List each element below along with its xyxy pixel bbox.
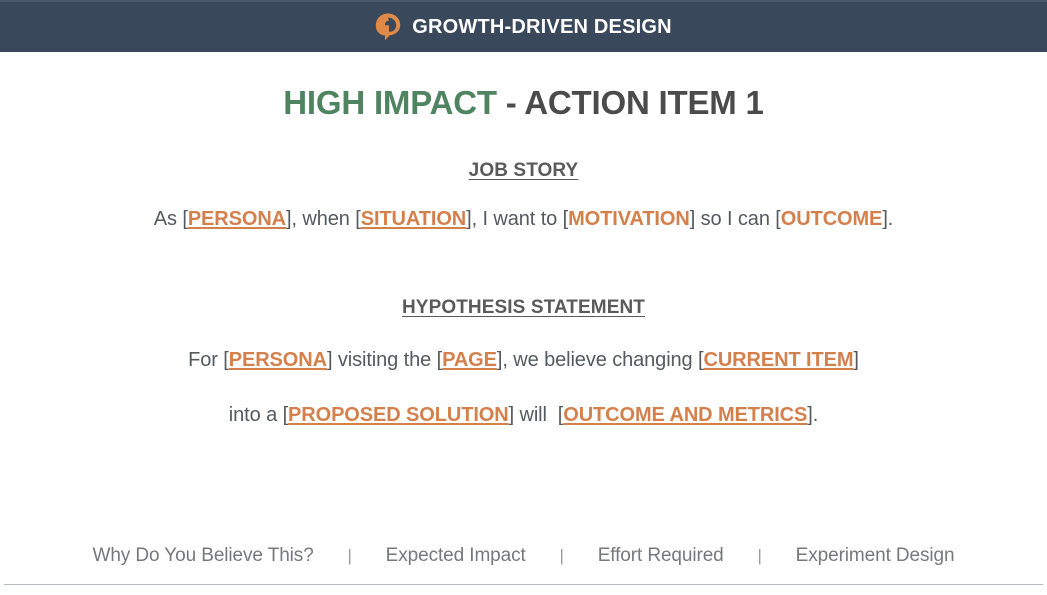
job-story-part: ], I want to [ <box>466 208 569 230</box>
footer-link-expected-impact[interactable]: Expected Impact <box>386 545 526 567</box>
job-story-heading: JOB STORY <box>468 160 579 181</box>
placeholder-outcome[interactable]: OUTCOME <box>781 208 883 230</box>
footer-divider <box>4 584 1043 585</box>
hypothesis-part: ], we believe changing [ <box>496 349 704 371</box>
footer-separator: | <box>559 546 564 565</box>
hypothesis-part: into a [ <box>228 404 289 426</box>
hypothesis-part: ] <box>853 349 859 371</box>
hypothesis-heading: HYPOTHESIS STATEMENT <box>401 297 646 318</box>
page-title-impact: HIGH IMPACT <box>283 84 497 121</box>
footer-separator: | <box>347 546 352 565</box>
footer-link-why-do-you-believe-this[interactable]: Why Do You Believe This? <box>93 545 314 567</box>
gdd-swirl-logo-icon <box>376 13 401 41</box>
job-story-part: As [ <box>153 208 188 230</box>
placeholder-motivation[interactable]: MOTIVATION <box>568 208 690 230</box>
hypothesis-part: ] visiting the [ <box>326 349 443 371</box>
hypothesis-part: ]. <box>807 404 819 426</box>
footer-separator: | <box>757 546 762 565</box>
hypothesis-line-1: For [PERSONA] visiting the [PAGE], we be… <box>24 349 1023 372</box>
slide-body: HIGH IMPACT - ACTION ITEM 1 JOB STORY As… <box>0 52 1047 595</box>
brand-title: GROWTH-DRIVEN DESIGN <box>412 16 672 38</box>
placeholder-page[interactable]: PAGE <box>442 349 497 371</box>
placeholder-current-item[interactable]: CURRENT ITEM <box>704 349 854 371</box>
job-story-part: ], when [ <box>286 208 361 230</box>
hypothesis-line-2: into a [PROPOSED SOLUTION] will [OUTCOME… <box>24 404 1023 427</box>
page-title-rest: - ACTION ITEM 1 <box>496 84 764 121</box>
footer-link-effort-required[interactable]: Effort Required <box>598 545 724 567</box>
job-story-part: ] so I can [ <box>689 208 781 230</box>
placeholder-persona[interactable]: PERSONA <box>229 349 327 371</box>
footer-nav: Why Do You Believe This? | Expected Impa… <box>0 545 1047 567</box>
placeholder-proposed-solution[interactable]: PROPOSED SOLUTION <box>288 404 509 426</box>
hypothesis-part: ] will [ <box>508 404 564 426</box>
job-story-sentence: As [PERSONA], when [SITUATION], I want t… <box>24 208 1023 231</box>
footer-link-experiment-design[interactable]: Experiment Design <box>796 545 955 567</box>
placeholder-persona[interactable]: PERSONA <box>188 208 286 230</box>
placeholder-outcome-and-metrics[interactable]: OUTCOME AND METRICS <box>563 404 807 426</box>
page-title: HIGH IMPACT - ACTION ITEM 1 <box>24 52 1023 122</box>
app-header-bar: GROWTH-DRIVEN DESIGN <box>0 0 1047 52</box>
hypothesis-part: For [ <box>188 349 229 371</box>
job-story-part: ]. <box>882 208 894 230</box>
placeholder-situation[interactable]: SITUATION <box>361 208 466 230</box>
